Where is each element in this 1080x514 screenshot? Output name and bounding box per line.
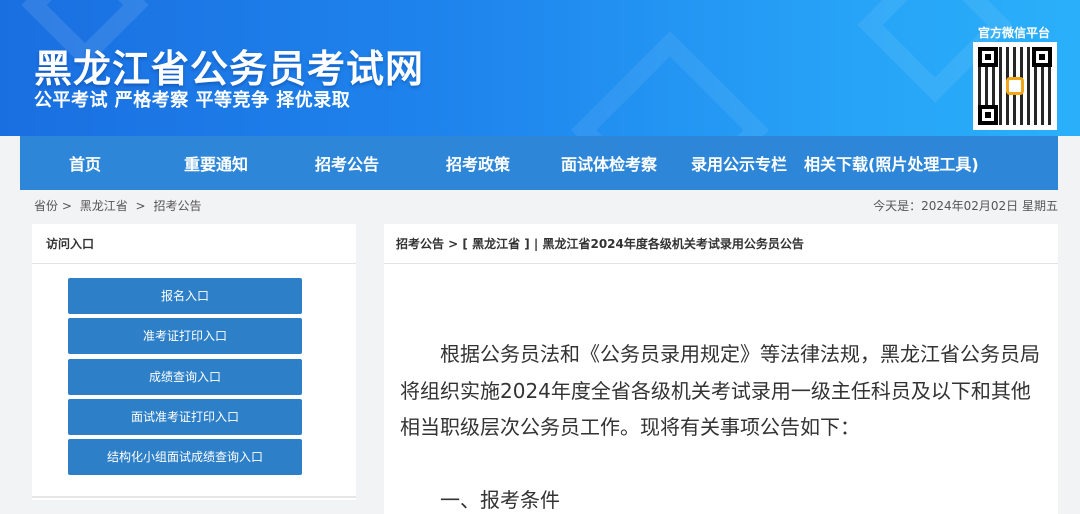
interview-ticket-print-button[interactable]: 面试准考证打印入口 bbox=[68, 399, 302, 435]
registration-entry-button[interactable]: 报名入口 bbox=[68, 278, 302, 314]
admission-ticket-print-button[interactable]: 准考证打印入口 bbox=[68, 318, 302, 354]
nav-item-downloads[interactable]: 相关下载(照片处理工具) bbox=[804, 151, 979, 175]
article-panel: 招考公告 > [ 黑龙江省 ] | 黑龙江省2024年度各级机关考试录用公务员公… bbox=[384, 224, 1058, 514]
site-slogan: 公平考试 严格考察 平等竞争 择优录取 bbox=[34, 90, 351, 111]
today-date: 今天是：2024年02月02日 星期五 bbox=[873, 199, 1058, 213]
score-query-button[interactable]: 成绩查询入口 bbox=[68, 359, 302, 395]
qr-code-icon bbox=[978, 47, 1052, 125]
banner-decoration bbox=[571, 31, 769, 136]
wechat-label: 官方微信平台 bbox=[977, 26, 1050, 40]
header-banner: 黑龙江省公务员考试网 公平考试 严格考察 平等竞争 择优录取 官方微信平台 bbox=[0, 0, 1080, 136]
nav-item-policies[interactable]: 招考政策 bbox=[412, 151, 544, 175]
nav-item-home[interactable]: 首页 bbox=[20, 151, 150, 175]
nav-item-publicity[interactable]: 录用公示专栏 bbox=[674, 151, 804, 175]
nav-item-interview[interactable]: 面试体检考察 bbox=[544, 151, 674, 175]
article-breadcrumb: 招考公告 > [ 黑龙江省 ] | 黑龙江省2024年度各级机关考试录用公务员公… bbox=[384, 224, 1058, 264]
breadcrumb-separator: > bbox=[135, 199, 146, 213]
breadcrumb-announcements[interactable]: 招考公告 bbox=[153, 199, 201, 213]
group-interview-score-button[interactable]: 结构化小组面试成绩查询入口 bbox=[68, 439, 302, 475]
breadcrumb-heilongjiang[interactable]: 黑龙江省 bbox=[80, 199, 128, 213]
main-nav: 首页 重要通知 招考公告 招考政策 面试体检考察 录用公示专栏 相关下载(照片处… bbox=[20, 136, 1058, 190]
section-heading: 一、报考条件 bbox=[440, 488, 560, 512]
access-panel: 访问入口 报名入口 准考证打印入口 成绩查询入口 面试准考证打印入口 结构化小组… bbox=[32, 224, 356, 500]
wechat-qr-code bbox=[973, 42, 1057, 130]
site-title[interactable]: 黑龙江省公务员考试网 bbox=[34, 38, 424, 93]
access-panel-title: 访问入口 bbox=[32, 224, 356, 264]
article-paragraph: 根据公务员法和《公务员录用规定》等法律法规，黑龙江省公务员局将组织实施2024年… bbox=[400, 342, 1040, 439]
breadcrumb-province[interactable]: 省份 > bbox=[34, 199, 72, 213]
nav-item-notices[interactable]: 重要通知 bbox=[150, 151, 282, 175]
breadcrumb: 省份 > 黑龙江省 > 招考公告 bbox=[34, 197, 205, 214]
article-body: 根据公务员法和《公务员录用规定》等法律法规，黑龙江省公务员局将组织实施2024年… bbox=[400, 336, 1050, 446]
panel-divider bbox=[32, 496, 356, 498]
nav-item-announcements[interactable]: 招考公告 bbox=[282, 151, 412, 175]
